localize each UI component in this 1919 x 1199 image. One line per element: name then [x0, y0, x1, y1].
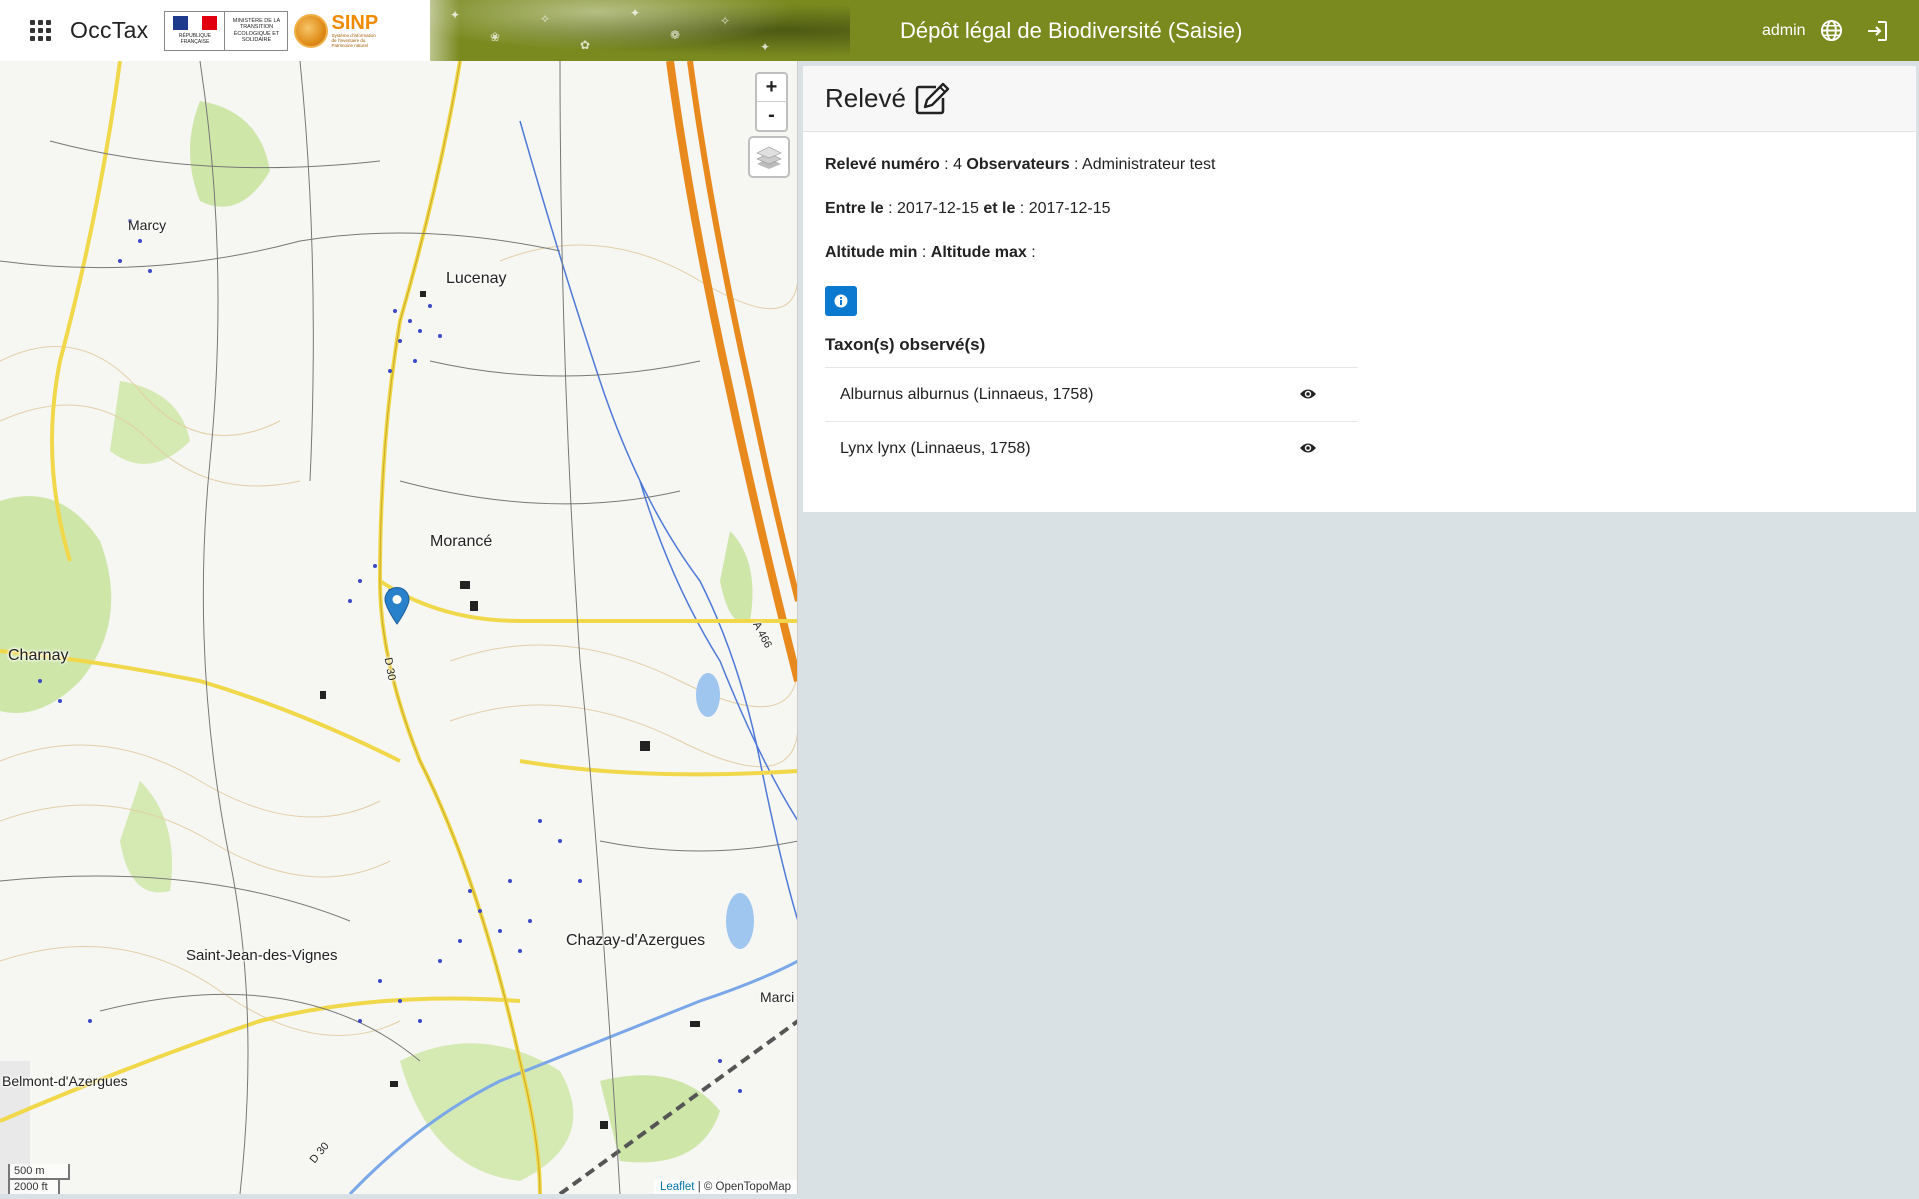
eye-icon[interactable]	[1299, 441, 1317, 455]
map-view[interactable]: Marcy Lucenay Morancé Charnay Saint-Jean…	[0, 61, 798, 1194]
panel-header: Relevé	[803, 66, 1916, 132]
map-label: Chazay-d'Azergues	[566, 932, 706, 949]
logout-icon[interactable]	[1865, 19, 1889, 43]
sinp-logo: SINP Système d'information de l'inventai…	[294, 13, 379, 48]
map-marker-icon[interactable]	[384, 587, 410, 625]
layers-icon	[756, 146, 782, 169]
ministry-logo: RÉPUBLIQUE FRANÇAISE MINISTÈRE DE LA TRA…	[164, 10, 289, 51]
apps-grid-icon[interactable]	[30, 19, 52, 42]
zoom-control: + -	[755, 72, 788, 132]
zoom-in-button[interactable]: +	[757, 74, 786, 102]
banner-decoration: ✦ ❀ ✧ ✿ ✦ ❁ ✧ ✦	[430, 0, 850, 61]
map-label: Saint-Jean-des-Vignes	[186, 947, 338, 964]
leaflet-link[interactable]: Leaflet	[660, 1181, 695, 1193]
user-name[interactable]: admin	[1762, 0, 1806, 61]
taxon-row: Alburnus alburnus (Linnaeus, 1758)	[825, 367, 1358, 421]
edit-icon[interactable]	[914, 82, 950, 116]
info-button[interactable]	[825, 286, 857, 316]
eye-icon[interactable]	[1299, 387, 1317, 401]
taxon-name: Lynx lynx (Linnaeus, 1758)	[840, 439, 1031, 457]
releve-number-line: Relevé numéro : 4 Observateurs : Adminis…	[825, 156, 1216, 173]
map-scale: 500 m 2000 ft	[8, 1164, 70, 1194]
taxon-row: Lynx lynx (Linnaeus, 1758)	[825, 421, 1358, 475]
releve-dates-line: Entre le : 2017-12-15 et le : 2017-12-15	[825, 200, 1111, 217]
top-navbar: OccTax RÉPUBLIQUE FRANÇAISE MINISTÈRE DE…	[0, 0, 1919, 61]
releve-panel: Relevé Relevé numéro : 4 Observateurs : …	[803, 66, 1916, 512]
attribution-text: | © OpenTopoMap	[697, 1181, 791, 1193]
brand-area: OccTax RÉPUBLIQUE FRANÇAISE MINISTÈRE DE…	[0, 0, 460, 61]
map-tiles	[0, 61, 797, 1194]
map-label: Marci	[760, 989, 795, 1005]
map-attribution: Leaflet | © OpenTopoMap	[653, 1180, 797, 1194]
releve-altitude-line: Altitude min : Altitude max :	[825, 244, 1036, 261]
page-title: Relevé	[825, 83, 906, 113]
site-title: Dépôt légal de Biodiversité (Saisie)	[900, 18, 1243, 43]
map-label: Belmont-d'Azergues	[2, 1073, 128, 1089]
map-label: Morancé	[430, 533, 493, 550]
layers-button[interactable]	[748, 136, 790, 178]
globe-icon[interactable]	[1820, 19, 1843, 42]
map-label: Charnay	[8, 647, 69, 664]
info-icon	[834, 294, 848, 308]
taxon-list: Alburnus alburnus (Linnaeus, 1758) Lynx …	[825, 367, 1358, 475]
taxon-name: Alburnus alburnus (Linnaeus, 1758)	[840, 385, 1094, 403]
taxons-title: Taxon(s) observé(s)	[825, 335, 986, 354]
map-label: Marcy	[128, 217, 167, 233]
zoom-out-button[interactable]: -	[757, 102, 786, 130]
app-name: OccTax	[70, 17, 149, 43]
map-label: Lucenay	[446, 270, 507, 287]
